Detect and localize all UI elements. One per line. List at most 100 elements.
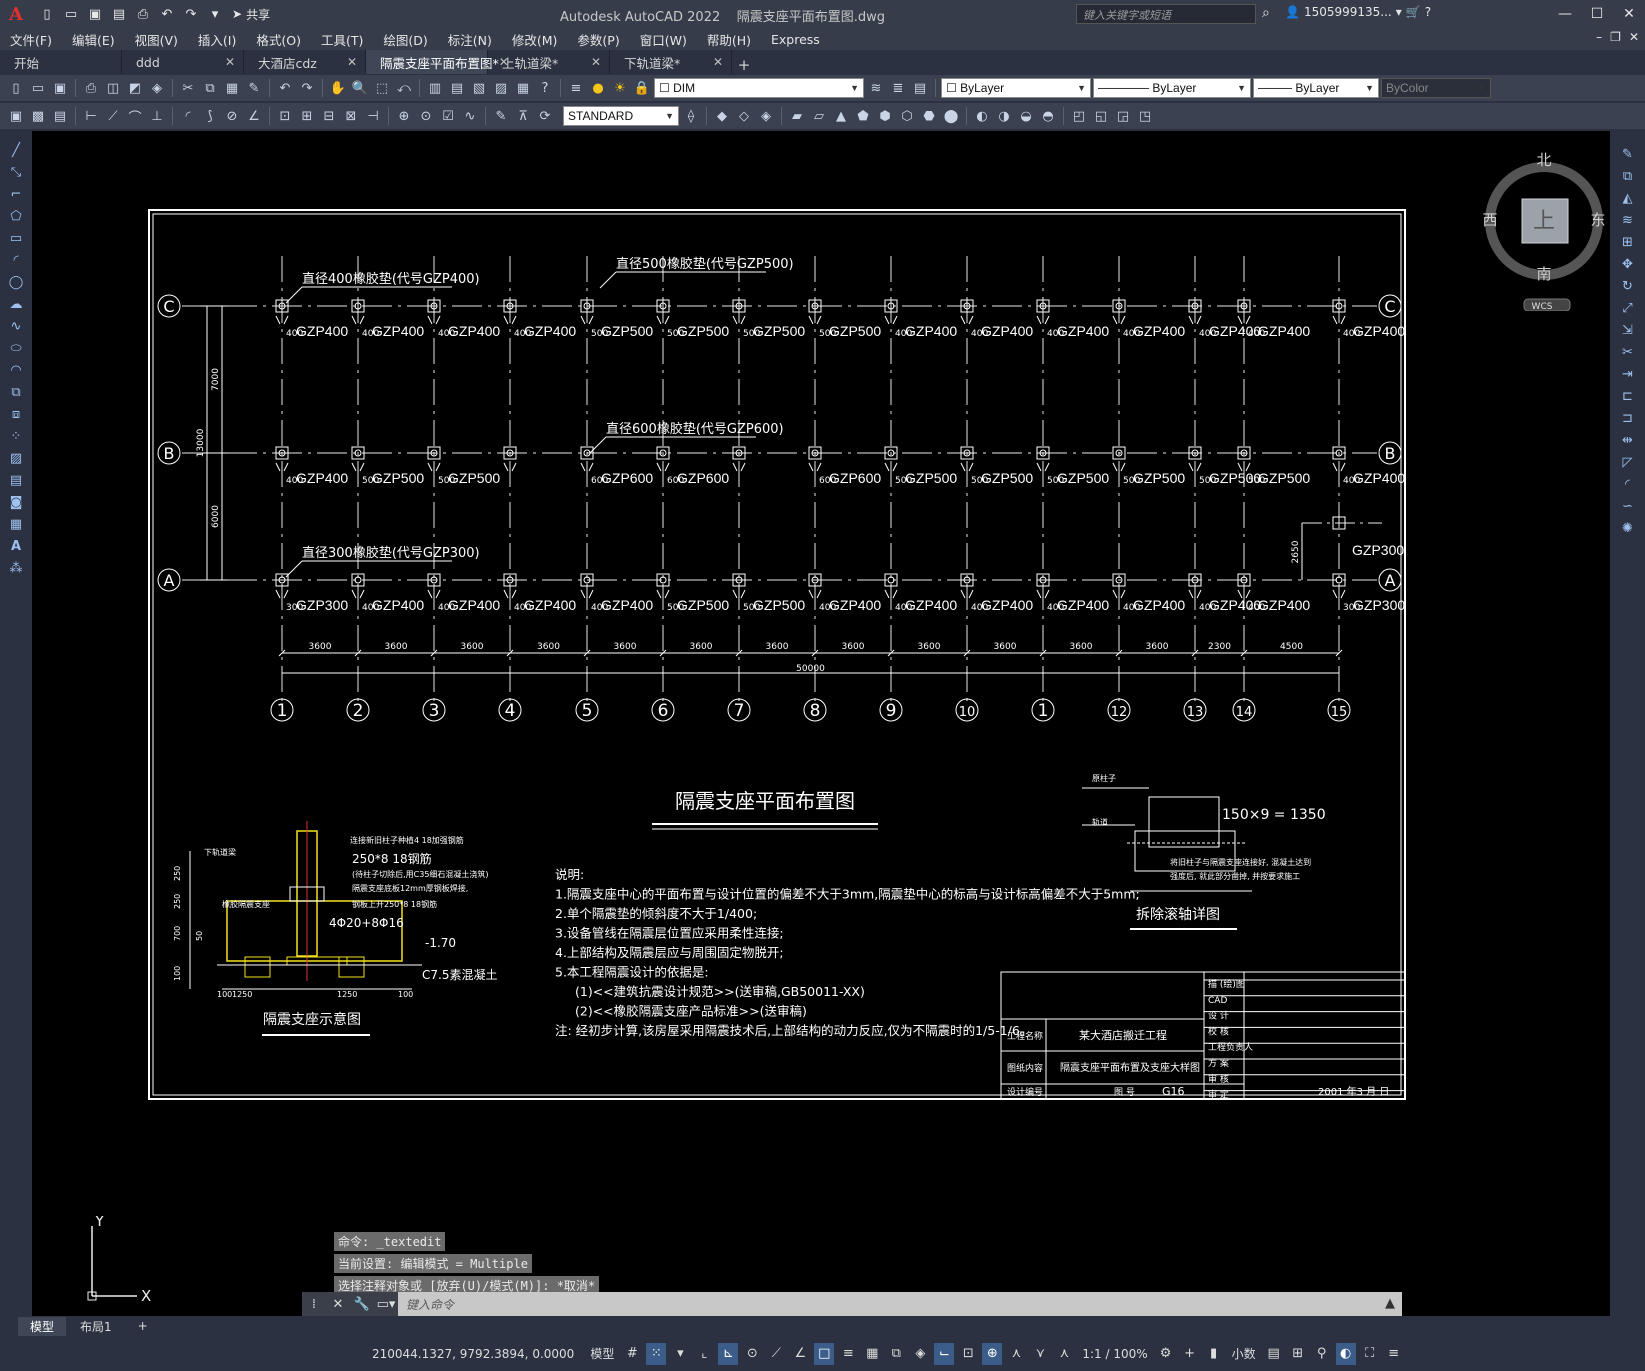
view-bottom-icon[interactable]: ◑ — [994, 106, 1014, 126]
dim-baseline-icon[interactable]: ⊞ — [297, 106, 317, 126]
view-left-icon[interactable]: ◒ — [1016, 106, 1036, 126]
viewcube-north[interactable]: 北 — [1536, 151, 1551, 169]
command-input[interactable]: 键入命令 — [398, 1292, 1378, 1316]
close-icon[interactable]: ✕ — [326, 1297, 350, 1312]
dim-update-icon[interactable]: ⟳ — [535, 106, 555, 126]
quick-dim-icon[interactable]: ⊡ — [275, 106, 295, 126]
stretch-icon[interactable]: ⇲ — [1617, 321, 1639, 339]
menu-item-7[interactable]: 标注(N) — [438, 30, 502, 49]
zoom-window-icon[interactable]: ⬚ — [372, 78, 392, 98]
rectangle-icon[interactable]: ▭ — [5, 229, 27, 247]
autocad-logo-icon[interactable]: A — [0, 0, 32, 28]
doc-restore-icon[interactable]: ❐ — [1610, 30, 1621, 44]
selection-cycling-icon[interactable]: ⧉ — [886, 1343, 906, 1365]
view-top-icon[interactable]: ◐ — [972, 106, 992, 126]
doc-tab[interactable]: 大酒店cdz ✕ — [244, 50, 366, 74]
menu-item-5[interactable]: 工具(T) — [311, 30, 373, 49]
construction-line-icon[interactable]: ⤡ — [5, 163, 27, 181]
annotation-scale-select[interactable]: 1:1 / 100% — [1078, 1347, 1151, 1361]
layer-manager-icon[interactable]: ≡ — [566, 78, 586, 98]
spline-icon[interactable]: ∿ — [5, 317, 27, 335]
isodraft-icon[interactable]: ⟋ — [766, 1343, 786, 1365]
dimstyle-icon[interactable]: ⟠ — [681, 106, 701, 126]
view-right-icon[interactable]: ◓ — [1038, 106, 1058, 126]
ucs-z-icon[interactable]: ⬢ — [875, 106, 895, 126]
dim-text-edit-icon[interactable]: ⊼ — [513, 106, 533, 126]
save-as-icon[interactable]: ▤ — [108, 3, 130, 25]
units-icon[interactable]: ▮ — [1204, 1343, 1224, 1365]
point-icon[interactable]: ⁘ — [5, 427, 27, 445]
doc-tab[interactable]: 隔震支座平面布置图* ✕ — [366, 50, 509, 74]
menu-item-8[interactable]: 修改(M) — [502, 30, 568, 49]
ucs-icon[interactable]: ◆ — [712, 106, 732, 126]
ucs-view-icon[interactable]: ▲ — [831, 106, 851, 126]
close-tab-icon[interactable]: ✕ — [591, 55, 601, 69]
polar-icon[interactable]: ⊙ — [742, 1343, 762, 1365]
menu-item-2[interactable]: 视图(V) — [125, 30, 188, 49]
minimize-icon[interactable]: — — [1549, 0, 1581, 28]
table-icon[interactable]: ▦ — [5, 515, 27, 533]
gradient-icon[interactable]: ▤ — [5, 471, 27, 489]
ucs-origin-icon[interactable]: ⬟ — [853, 106, 873, 126]
dim-linear-icon[interactable]: ⊢ — [81, 106, 101, 126]
ucs-prev-icon[interactable]: ◈ — [756, 106, 776, 126]
polyline-icon[interactable]: ⌐ — [5, 185, 27, 203]
menu-item-3[interactable]: 插入(I) — [188, 30, 246, 49]
customization-icon[interactable]: ≡ — [1384, 1343, 1404, 1365]
menu-item-1[interactable]: 编辑(E) — [62, 30, 125, 49]
annotation-visibility-icon[interactable]: ⋏ — [1006, 1343, 1026, 1365]
grip-icon[interactable]: ⁞ — [302, 1297, 326, 1312]
help-icon[interactable]: ? — [1425, 5, 1431, 19]
tool-palette-icon[interactable]: ▧ — [469, 78, 489, 98]
hatch-icon[interactable]: ▨ — [5, 449, 27, 467]
units-select[interactable]: 小数 — [1228, 1345, 1260, 1362]
redo-icon[interactable]: ↷ — [180, 3, 202, 25]
auto-scale-icon[interactable]: ⋎ — [1030, 1343, 1050, 1365]
undo-icon[interactable]: ↶ — [156, 3, 178, 25]
dim-continue-icon[interactable]: ⊟ — [319, 106, 339, 126]
menu-item-6[interactable]: 绘图(D) — [373, 30, 437, 49]
extend-icon[interactable]: ⇥ — [1617, 365, 1639, 383]
line-icon[interactable]: ╱ — [5, 141, 27, 159]
insert-block-icon[interactable]: ⧉ — [5, 383, 27, 401]
properties-icon[interactable]: ▥ — [425, 78, 445, 98]
dimstyle-select[interactable]: ☐ DIM ▼ — [654, 78, 864, 98]
textstyle-select[interactable]: STANDARD ▼ — [563, 106, 679, 126]
layout-tab[interactable]: 布局1 — [68, 1317, 124, 1336]
quick-properties-icon[interactable]: ▤ — [1264, 1343, 1284, 1365]
mtext-icon[interactable]: A — [5, 537, 27, 555]
undo-icon[interactable]: ↶ — [275, 78, 295, 98]
add-layout-icon[interactable]: + — [126, 1318, 160, 1334]
3d-print-icon[interactable]: ◈ — [147, 78, 167, 98]
menu-item-4[interactable]: 格式(O) — [246, 30, 311, 49]
polygon-icon[interactable]: ⬠ — [5, 207, 27, 225]
attribute-icon[interactable]: ▤ — [50, 106, 70, 126]
sun-icon[interactable]: ☀ — [610, 78, 630, 98]
save-icon[interactable]: ▣ — [84, 3, 106, 25]
iso-se-icon[interactable]: ◱ — [1091, 106, 1111, 126]
rotate-icon[interactable]: ↻ — [1617, 277, 1639, 295]
doc-tab[interactable]: ddd ✕ — [122, 50, 244, 74]
ucs-face-icon[interactable]: ▰ — [787, 106, 807, 126]
zoom-realtime-icon[interactable]: 🔍 — [350, 78, 370, 98]
layer-state-icon[interactable]: ≣ — [888, 78, 908, 98]
preview-icon[interactable]: ◫ — [103, 78, 123, 98]
transparency-icon[interactable]: ▦ — [862, 1343, 882, 1365]
doc-tab[interactable]: 上轨道梁* ✕ — [488, 50, 610, 74]
menu-item-9[interactable]: 参数(P) — [567, 30, 629, 49]
color-select[interactable]: ☐ ByLayer ▼ — [941, 78, 1091, 98]
redo-icon[interactable]: ↷ — [297, 78, 317, 98]
viewcube-east[interactable]: 东 — [1590, 211, 1605, 229]
block-edit-icon[interactable]: ▣ — [6, 106, 26, 126]
close-tab-icon[interactable]: ✕ — [713, 55, 723, 69]
sheet-set-icon[interactable]: ▨ — [491, 78, 511, 98]
menu-item-10[interactable]: 窗口(W) — [630, 30, 697, 49]
match-icon[interactable]: ✎ — [244, 78, 264, 98]
design-center-icon[interactable]: ▤ — [447, 78, 467, 98]
copy-icon[interactable]: ⧉ — [200, 78, 220, 98]
jog-line-icon[interactable]: ∿ — [460, 106, 480, 126]
print-icon[interactable]: ⎙ — [81, 78, 101, 98]
layer-previous-icon[interactable]: ≋ — [866, 78, 886, 98]
plot-icon[interactable]: ⎙ — [132, 3, 154, 25]
ucs-y-icon[interactable]: ⬤ — [941, 106, 961, 126]
